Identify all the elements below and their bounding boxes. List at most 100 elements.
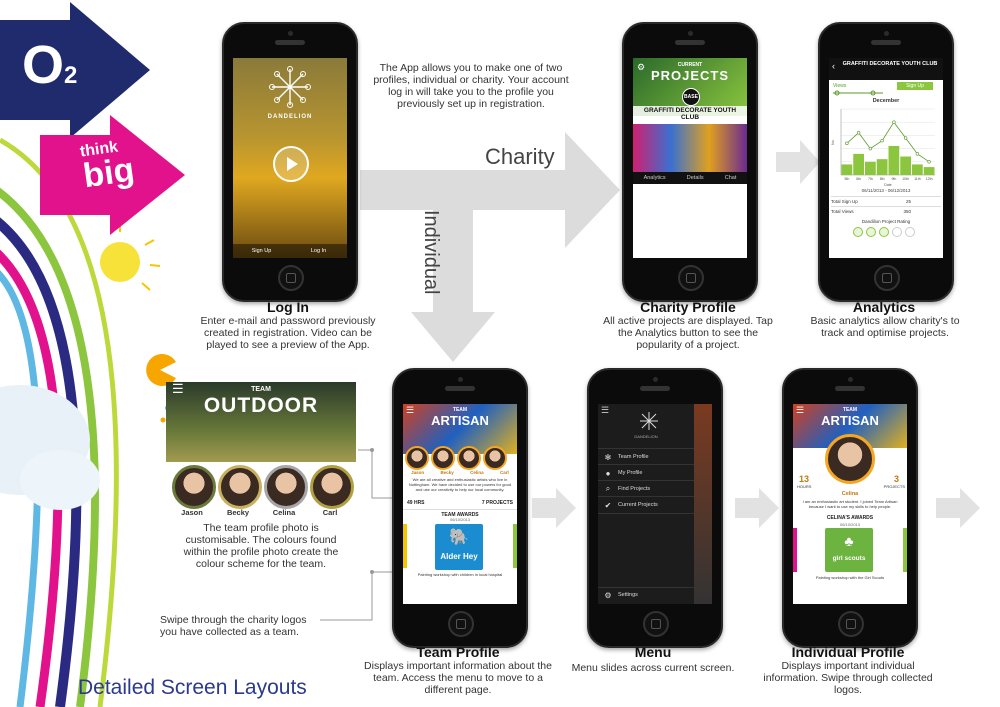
projects-value: 7 — [481, 500, 485, 506]
team-name: ARTISAN — [431, 413, 489, 428]
tab-analytics[interactable]: Analytics — [644, 175, 666, 181]
avatar — [457, 446, 481, 470]
charity-title: Charity Profile — [640, 299, 736, 315]
chart-point — [868, 146, 873, 151]
chart-month: December — [872, 98, 900, 104]
check-icon: ✔ — [604, 500, 612, 510]
hours-label: HOURS — [797, 484, 812, 489]
charity-desc: All active projects are displayed. Tap t… — [603, 315, 773, 351]
award-date: 06/10/2013 — [839, 522, 861, 527]
analytics-screen: ‹ GRAFFITI DECORATE YOUTH CLUB Views Sig… — [829, 58, 943, 258]
chart-point — [845, 141, 849, 146]
hamburger-icon[interactable]: ☰ — [601, 405, 609, 416]
x-tick-label: 9th — [891, 177, 896, 181]
dandelion-icon — [269, 66, 311, 108]
award-date: 06/10/2013 — [449, 517, 471, 522]
elephant-icon: 🐘 — [449, 529, 469, 546]
menu-item-find-projects[interactable]: ⌕ Find Projects — [598, 480, 694, 497]
chart-point — [903, 136, 908, 140]
menu-item-team-profile[interactable]: ✻ Team Profile — [598, 448, 694, 465]
member-name: Celina — [470, 470, 484, 475]
intro-note: The App allows you to make one of two pr… — [373, 62, 569, 110]
signup-button[interactable]: Sign Up — [233, 248, 290, 254]
outdoor-team-name: OUTDOOR — [203, 394, 319, 417]
gear-icon: ⚙ — [604, 590, 612, 600]
chart-point — [856, 131, 861, 135]
tab-details[interactable]: Details — [687, 175, 704, 181]
chart-point — [927, 160, 931, 164]
chart-bar — [841, 164, 853, 175]
base-badge: BASE — [682, 88, 700, 106]
chart-bar — [876, 159, 888, 175]
login-app-name: DANDELION — [267, 114, 313, 120]
team-profile-desc: Displays important information about the… — [364, 660, 552, 696]
menu-item-settings[interactable]: ⚙ Settings — [598, 587, 694, 602]
chart-bar — [900, 156, 911, 175]
member-name: Becky — [440, 470, 454, 475]
avatar — [431, 446, 455, 470]
hours-label: HRS — [413, 500, 425, 506]
member-name: Becky — [226, 508, 250, 517]
hours-value: 13 — [799, 474, 810, 484]
projects-value: 3 — [893, 474, 899, 484]
date-range: 06/11/2013 - 06/12/2013 — [861, 188, 911, 193]
play-button[interactable] — [273, 146, 309, 182]
alder-hey-logo[interactable]: 🐘 Alder Hey — [435, 524, 483, 570]
home-button — [448, 611, 474, 637]
menu-item-current-projects[interactable]: ✔ Current Projects — [598, 496, 694, 514]
analytics-title: Analytics — [852, 299, 916, 315]
home-button — [643, 611, 669, 637]
y-axis-label: No. — [831, 139, 835, 144]
x-tick-label: 5th — [844, 177, 849, 181]
charity-banner: GRAFFITI DECORATE YOUTH CLUB — [633, 106, 747, 122]
x-axis-label: Date — [884, 183, 891, 187]
menu-desc: Menu slides across current screen. — [571, 662, 735, 674]
analytics-chart: 5th 6th 7th 8th 9th 10th 11th 12th Date No. — [831, 108, 935, 187]
charity-flow-label: Charity — [485, 144, 555, 169]
tab-chat[interactable]: Chat — [725, 175, 737, 181]
menu-title: Menu — [634, 644, 672, 660]
hours-value: 49 — [407, 500, 413, 506]
avatar — [172, 465, 216, 509]
dandelion-icon — [640, 412, 658, 430]
member-name: Jason — [181, 508, 203, 517]
chart-point — [915, 152, 920, 156]
avatar — [405, 446, 429, 470]
back-icon[interactable]: ‹ — [832, 61, 835, 71]
individual-title: Individual Profile — [791, 644, 905, 660]
chart-point — [880, 138, 884, 143]
callout-lines — [320, 448, 392, 621]
charity-screen: ⚙ CURRENT PROJECTS BASE GRAFFITI DECORAT… — [633, 58, 747, 258]
search-icon: ⌕ — [605, 484, 611, 493]
award-caption: Painting workshop with children in local… — [417, 572, 503, 577]
menu-phone: ☰ DANDELION ✻ Team Profile ● My Profile ⌕ F… — [587, 368, 723, 648]
footer-title: Detailed Screen Layouts — [78, 676, 307, 699]
login-phone: DANDELION Sign Up Log In — [222, 22, 358, 302]
arrow-to-analytics — [776, 140, 820, 184]
toggle-signup[interactable]: Sign Up — [897, 82, 933, 90]
individual-desc: Displays important individual informatio… — [763, 660, 933, 696]
toggle-views[interactable]: Views — [833, 83, 846, 89]
think-big-logo: think big — [78, 138, 137, 196]
avatar — [218, 465, 262, 509]
team-profile-title: Team Profile — [416, 644, 500, 660]
x-tick-label: 12th — [926, 177, 933, 181]
chart-bar — [912, 164, 923, 175]
menu-item-my-profile[interactable]: ● My Profile — [598, 464, 694, 481]
member-name: Celina — [841, 491, 859, 497]
member-name: Carl — [500, 470, 509, 475]
charity-header: PROJECTS — [650, 68, 730, 83]
avatar — [825, 434, 875, 484]
analytics-phone: ‹ GRAFFITI DECORATE YOUTH CLUB Views Sig… — [818, 22, 954, 302]
arrow-to-individual — [735, 488, 779, 528]
play-icon — [287, 157, 298, 171]
girl-scouts-logo[interactable]: ♣ girl scouts — [825, 528, 873, 572]
team-profile-phone: ☰ TEAM ARTISAN Jason Becky Celina Carl W… — [392, 368, 528, 648]
analytics-desc: Basic analytics allow charity's to track… — [810, 315, 960, 339]
member-name: Celina — [272, 508, 296, 517]
individual-bio: I am an enthusiastic art student. I join… — [802, 499, 898, 509]
rating-icons — [853, 227, 915, 237]
user-icon: ● — [605, 468, 611, 478]
login-button[interactable]: Log In — [290, 248, 347, 254]
x-tick-label: 8th — [880, 177, 885, 181]
